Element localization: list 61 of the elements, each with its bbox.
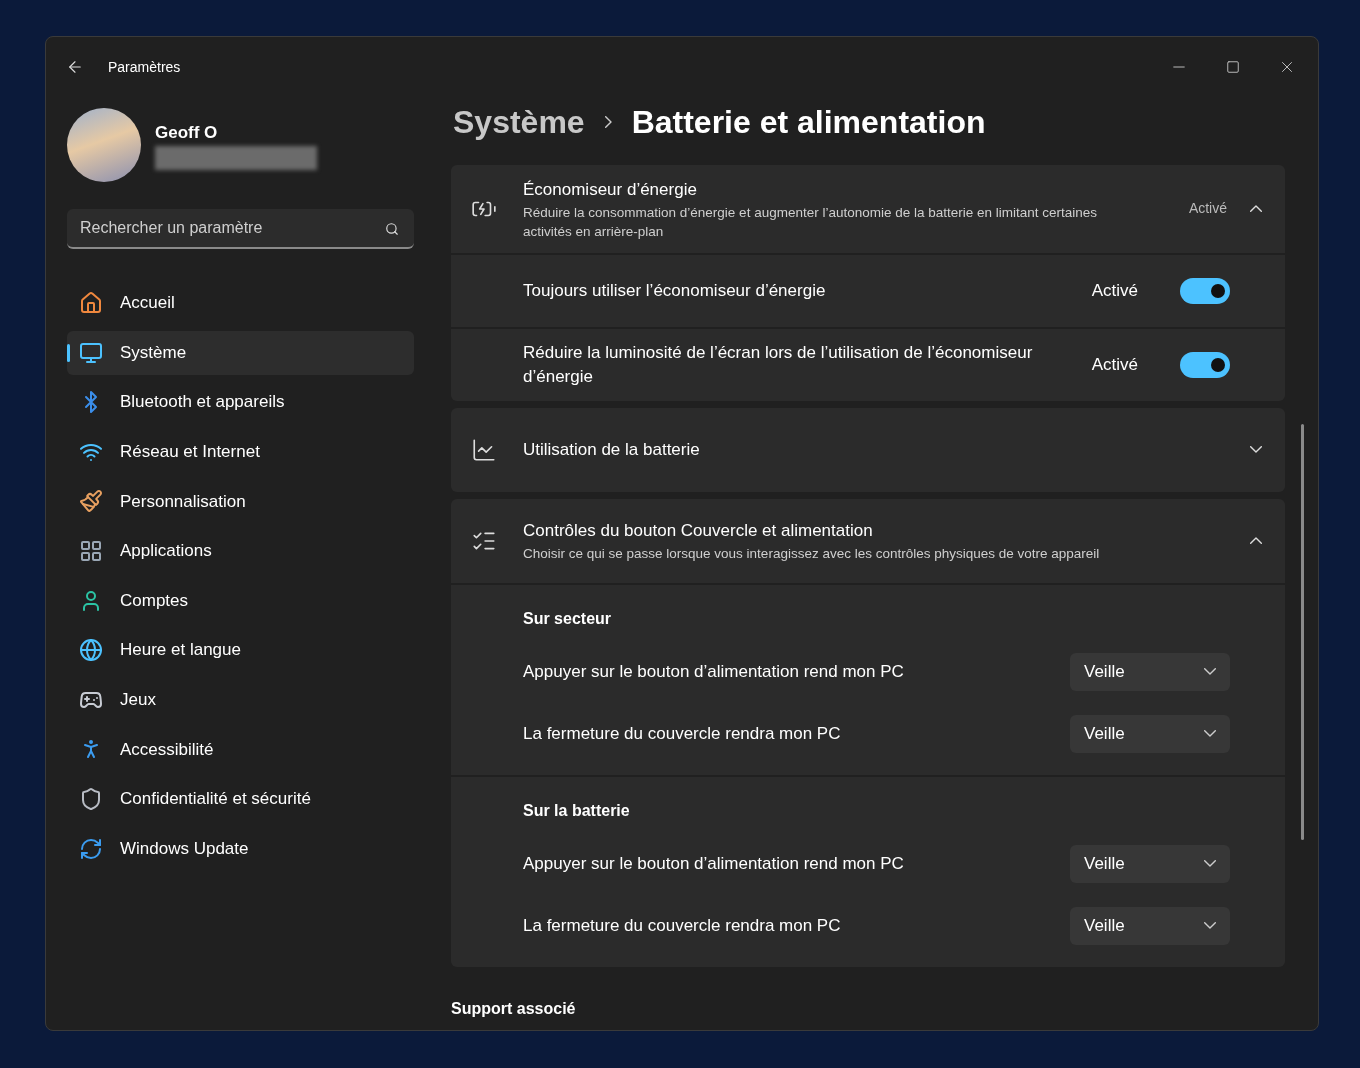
sync-icon [79,836,103,861]
scrollbar[interactable] [1300,424,1304,840]
nav-item[interactable]: Bluetooth et appareils [67,380,414,425]
paintbrush-icon [79,489,103,514]
section-description: Réduire la consommation d’énergie et augmenter l’autonomie de la batterie en limitant certaines activités en arrière-plan [523,203,1099,241]
setting-label: Réduire la luminosité de l’écran lors de l’utilisation de l’économiseur d’énergie [523,341,1034,388]
shield-icon [79,786,103,811]
search-icon [385,222,399,236]
nav-item[interactable]: Réseau et Internet [67,429,414,474]
toggle-state-text: Activé [1091,279,1138,302]
house-icon [79,291,103,315]
window-title: Paramètres [108,57,181,77]
chevron-down-icon [1204,668,1216,675]
nav-item[interactable]: Heure et langue [67,628,414,673]
toggle-switch[interactable] [1180,277,1230,304]
section-title: Économiseur d’énergie [523,179,698,201]
chevron-down-icon [1204,730,1216,737]
section-description: Choisir ce qui se passe lorsque vous interagissez avec les contrôles physiques de votre appareil [523,544,1101,563]
section-title: Contrôles du bouton Couvercle et alimentation [523,520,874,543]
chevron-down-icon [1204,860,1216,867]
setting-label: La fermeture du couvercle rendra mon PC [523,914,842,937]
expander-header[interactable]: Contrôles du bouton Couvercle et alimentation Choisir ce qui se passe lorsque vous interagissez avec les contrôles physiques de votre appareil [451,498,1285,583]
nav-item[interactable]: Confidentialité et sécurité [67,776,414,821]
apps-grid-icon [79,538,103,563]
expander-header[interactable]: Utilisation de la batterie [451,407,1285,492]
toggle-state-text: Activé [1091,353,1138,376]
chevron-up-icon [1250,205,1262,213]
section-heading: Support associé [451,998,577,1019]
monitor-icon [79,340,103,365]
setting-label: La fermeture du couvercle rendra mon PC [523,722,842,745]
page-title: Batterie et alimentation [631,103,986,142]
dropdown[interactable]: Veille [1070,652,1230,691]
toggle-switch[interactable] [1180,351,1230,378]
maximize-icon[interactable] [1226,60,1240,74]
dropdown[interactable]: Veille [1070,844,1230,883]
nav-item[interactable]: Système [67,330,414,375]
breadcrumb-parent[interactable]: Système [453,98,585,146]
group-heading: Sur secteur [523,608,613,629]
chevron-down-icon [1204,922,1216,929]
chevron-up-icon [1250,537,1262,544]
setting-label: Appuyer sur le bouton d’alimentation rend mon PC [523,660,905,683]
setting-label: Appuyer sur le bouton d’alimentation rend mon PC [523,852,905,875]
chevron-right-icon [604,116,612,128]
expander-header[interactable]: Économiseur d’énergie Réduire la consommation d’énergie et augmenter l’autonomie de la batterie en limitant certaines activités en arrière-plan Activé [451,165,1285,253]
user-name: Geoff O [155,121,219,144]
section-title: Utilisation de la batterie [523,438,701,461]
nav-item[interactable]: Applications [67,528,414,573]
nav-item[interactable]: Accueil [67,281,414,325]
dropdown[interactable]: Veille [1070,906,1230,945]
back-icon[interactable] [66,58,84,76]
chevron-down-icon [1250,446,1262,453]
status-text: Activé [1188,199,1227,219]
nav-item[interactable]: Comptes [67,578,414,623]
nav-item[interactable]: Windows Update [67,826,414,871]
nav-item[interactable]: Jeux [67,677,414,722]
setting-label: Toujours utiliser l’économiseur d’énergie [523,279,827,302]
dropdown[interactable]: Veille [1070,714,1230,753]
nav-item[interactable]: Accessibilité [67,727,414,772]
search-field[interactable]: Rechercher un paramètre [67,209,414,249]
nav-item[interactable]: Personnalisation [67,479,414,524]
group-heading: Sur la batterie [523,800,631,821]
